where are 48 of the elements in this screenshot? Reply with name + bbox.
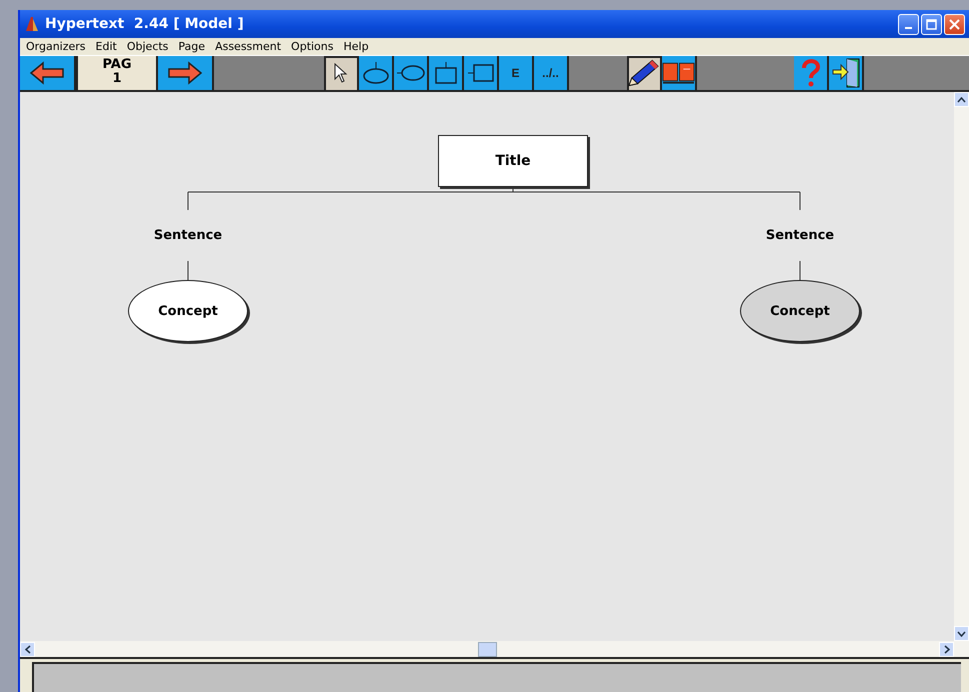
scroll-right-button[interactable] — [939, 642, 954, 656]
sentence-label: Sentence — [152, 228, 224, 243]
close-icon — [949, 18, 960, 30]
page-indicator: PAG 1 — [76, 56, 158, 90]
concept-node: Concept — [128, 280, 248, 342]
left-chevron-icon — [24, 644, 30, 654]
window-title: Hypertext 2.44 [ Model ] — [45, 16, 244, 32]
app-icon — [24, 16, 40, 32]
scroll-down-button[interactable] — [954, 626, 969, 641]
book-icon — [662, 60, 695, 86]
previous-page-button[interactable] — [20, 56, 76, 90]
left-arrow-icon — [29, 61, 65, 85]
concept-node: Concept — [740, 280, 860, 342]
maximize-icon — [926, 18, 937, 30]
pencil-icon — [627, 58, 660, 88]
tool-button[interactable]: ../.. — [534, 56, 569, 90]
sentence-label: Sentence — [764, 228, 836, 243]
tool-button[interactable]: E — [499, 56, 534, 90]
menu-item[interactable]: Options — [291, 40, 334, 53]
right-chevron-icon — [944, 644, 950, 654]
scroll-up-button[interactable] — [954, 92, 969, 107]
menu-item[interactable]: Edit — [96, 40, 117, 53]
scrollbar-thumb[interactable] — [478, 642, 496, 656]
box-node-icon — [432, 61, 458, 85]
minimize-button[interactable] — [898, 14, 919, 34]
tool-button[interactable] — [829, 56, 864, 90]
menu-item[interactable]: Objects — [126, 40, 168, 53]
down-chevron-icon — [957, 630, 966, 636]
menu-item[interactable]: Page — [178, 40, 206, 53]
menu-item[interactable]: Assessment — [215, 40, 282, 53]
exit-door-icon — [830, 58, 860, 88]
close-button[interactable] — [944, 14, 965, 34]
menu-item[interactable]: Help — [344, 40, 369, 53]
next-page-button[interactable] — [158, 56, 214, 90]
question-mark-icon — [800, 59, 820, 87]
right-arrow-icon — [167, 61, 203, 85]
scroll-left-button[interactable] — [20, 642, 35, 656]
pointer-icon — [334, 63, 348, 83]
up-chevron-icon — [957, 96, 966, 102]
minimize-icon — [905, 27, 912, 29]
ellipse-node-icon — [362, 61, 390, 85]
tool-button[interactable] — [627, 56, 662, 90]
tool-button[interactable] — [324, 56, 359, 90]
maximize-button[interactable] — [921, 14, 942, 34]
box-node-icon — [466, 62, 494, 84]
menu-item[interactable]: Organizers — [26, 40, 86, 53]
ellipse-node-icon — [396, 63, 426, 83]
title-node: Title — [438, 135, 588, 187]
